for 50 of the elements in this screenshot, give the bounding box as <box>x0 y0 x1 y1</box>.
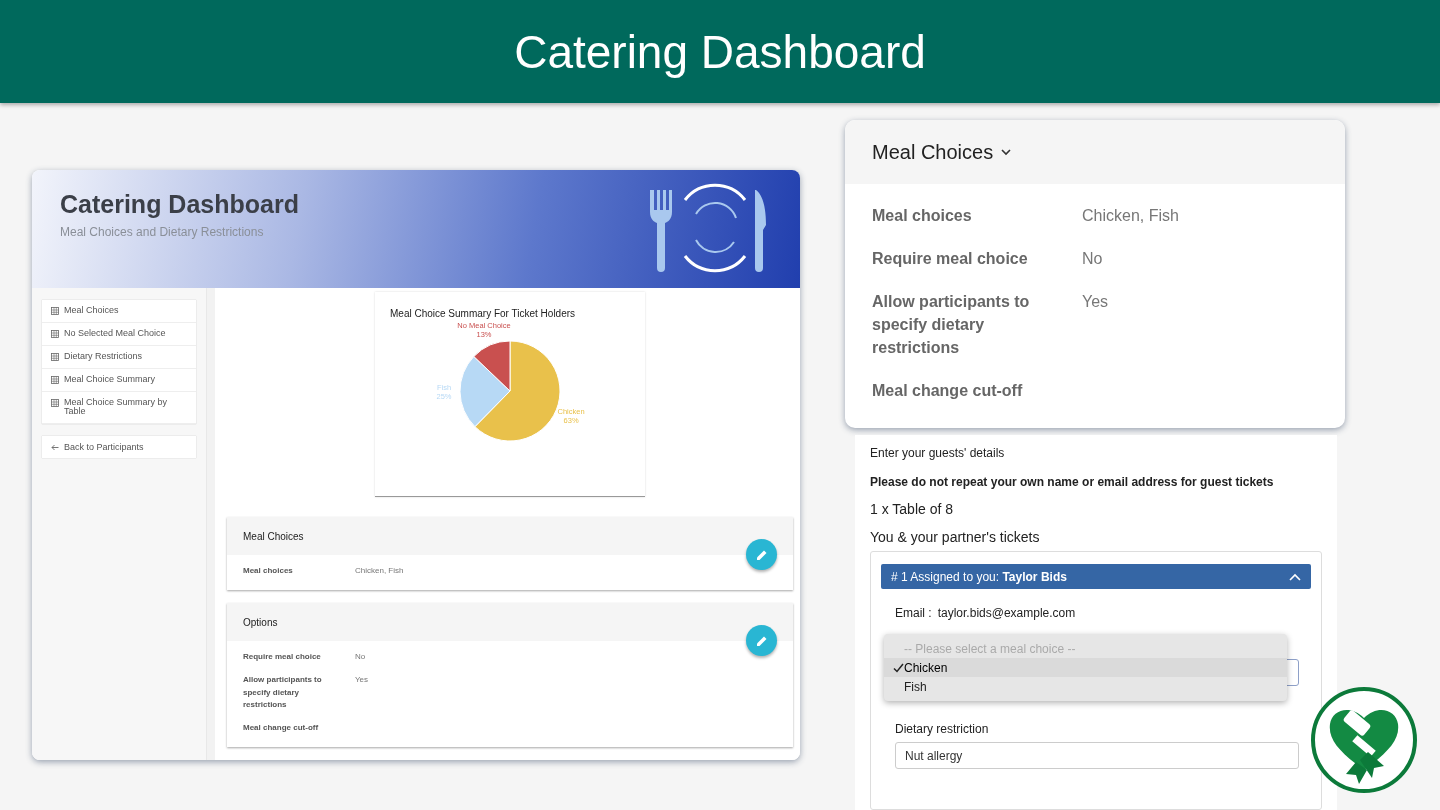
arrow-left-icon <box>51 443 59 451</box>
checkmark-icon <box>893 662 904 673</box>
chevron-down-icon[interactable] <box>1001 148 1012 156</box>
email-value: taylor.bids@example.com <box>937 606 1076 620</box>
sidebar-item[interactable]: Meal Choices <box>42 300 196 323</box>
table-icon <box>51 352 59 361</box>
pencil-icon <box>755 548 768 561</box>
table-icon <box>51 329 59 338</box>
page-title: Catering Dashboard <box>514 24 926 79</box>
table-icon <box>51 375 59 384</box>
setting-value: Chicken, Fish <box>1082 206 1179 226</box>
form-intro: Enter your guests' details <box>870 446 1006 460</box>
setting-label: Meal change cut-off <box>243 722 320 735</box>
dashboard-title: Catering Dashboard <box>60 190 299 219</box>
section-title: Meal Choices <box>243 530 304 542</box>
dropdown-option[interactable]: Fish <box>884 677 1287 696</box>
table-icon <box>51 307 59 315</box>
sidebar-item[interactable]: Meal Choice Summary by Table <box>42 391 196 425</box>
dietary-restriction-field[interactable]: Nut allergy <box>895 742 1299 769</box>
setting-value: Yes <box>355 673 369 686</box>
back-link[interactable]: Back to Participants <box>42 436 196 459</box>
section-title: Options <box>243 616 278 628</box>
setting-value: No <box>1082 249 1103 269</box>
setting-value: Chicken, Fish <box>355 565 404 578</box>
card-title: Meal Choices <box>872 140 994 164</box>
setting-label: Require meal choice <box>243 651 322 663</box>
tickets-heading: You & your partner's tickets <box>870 529 1041 545</box>
setting-label: Meal choices <box>872 206 973 226</box>
table-icon <box>51 398 59 407</box>
field-label: Dietary restriction <box>895 722 990 736</box>
ticket-header[interactable]: # 1 Assigned to you: Taylor Bids <box>881 564 1311 589</box>
edit-button[interactable] <box>746 539 777 571</box>
setting-label: Meal change cut-off <box>872 381 1024 401</box>
setting-label: Require meal choice <box>872 249 1029 269</box>
edit-button[interactable] <box>746 625 777 656</box>
sidebar-item[interactable]: No Selected Meal Choice <box>42 322 196 346</box>
setting-label: Allow participants to specify dietary restrictions <box>872 292 1031 358</box>
sidebar-item[interactable]: Dietary Restrictions <box>42 345 196 369</box>
setting-value: No <box>355 651 366 663</box>
form-warning: Please do not repeat your own name or email address for guest tickets <box>870 475 1275 489</box>
setting-label: Allow participants to specify dietary restrictions <box>243 673 323 712</box>
pencil-icon <box>755 634 768 647</box>
setting-label: Meal choices <box>243 565 294 578</box>
dashboard-subtitle: Meal Choices and Dietary Restrictions <box>60 225 265 239</box>
table-heading: 1 x Table of 8 <box>870 501 955 517</box>
email-label: Email : <box>895 606 932 620</box>
sidebar-item[interactable]: Meal Choice Summary <box>42 368 196 392</box>
setting-value: Yes <box>1082 292 1109 312</box>
dropdown-option[interactable]: Chicken <box>884 658 1287 677</box>
chart-title: Meal Choice Summary For Ticket Holders <box>389 307 577 319</box>
